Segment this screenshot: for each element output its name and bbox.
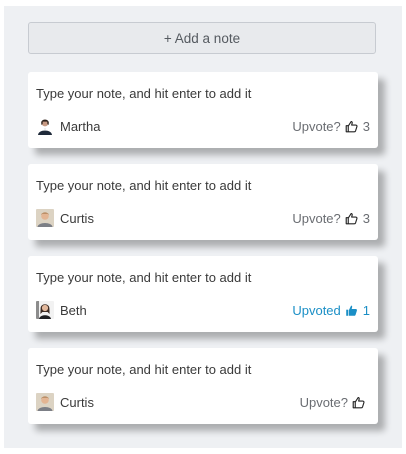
author-name: Martha <box>60 118 101 134</box>
note-text[interactable]: Type your note, and hit enter to add it <box>36 362 251 377</box>
vote-count: 3 <box>362 210 370 226</box>
author-name: Curtis <box>60 394 94 410</box>
add-note-button[interactable]: + Add a note <box>28 22 376 54</box>
thumbs-up-outline-icon <box>345 212 358 225</box>
note-card: Type your note, and hit enter to add it … <box>28 164 378 240</box>
curtis-avatar <box>36 209 54 227</box>
beth-avatar <box>36 301 54 319</box>
note-author: Curtis <box>36 392 94 412</box>
note-card: Type your note, and hit enter to add it … <box>28 72 378 148</box>
vote-label: Upvoted <box>292 302 341 318</box>
vote-label: Upvote? <box>299 394 348 410</box>
vote-label: Upvote? <box>292 118 341 134</box>
curtis-avatar <box>36 393 54 411</box>
note-author: Beth <box>36 300 87 320</box>
note-author: Curtis <box>36 208 94 228</box>
note-text[interactable]: Type your note, and hit enter to add it <box>36 270 251 285</box>
vote-count: 3 <box>362 118 370 134</box>
thumbs-up-outline-icon <box>345 120 358 133</box>
thumbs-up-filled-icon <box>345 304 358 317</box>
note-card: Type your note, and hit enter to add it … <box>28 348 378 424</box>
upvote-button[interactable]: Upvoted 1 <box>292 300 370 320</box>
upvote-button[interactable]: Upvote? 3 <box>292 116 370 136</box>
vote-count: 1 <box>362 302 370 318</box>
thumbs-up-outline-icon <box>352 396 365 409</box>
upvote-button[interactable]: Upvote? <box>300 392 370 412</box>
upvote-button[interactable]: Upvote? 3 <box>292 208 370 228</box>
note-card: Type your note, and hit enter to add it … <box>28 256 378 332</box>
vote-label: Upvote? <box>292 210 341 226</box>
author-name: Curtis <box>60 210 94 226</box>
martha-avatar <box>36 117 54 135</box>
note-text[interactable]: Type your note, and hit enter to add it <box>36 178 251 193</box>
notes-panel: + Add a note Type your note, and hit ent… <box>4 6 402 448</box>
note-author: Martha <box>36 116 100 136</box>
note-text[interactable]: Type your note, and hit enter to add it <box>36 86 251 101</box>
author-name: Beth <box>60 302 87 318</box>
